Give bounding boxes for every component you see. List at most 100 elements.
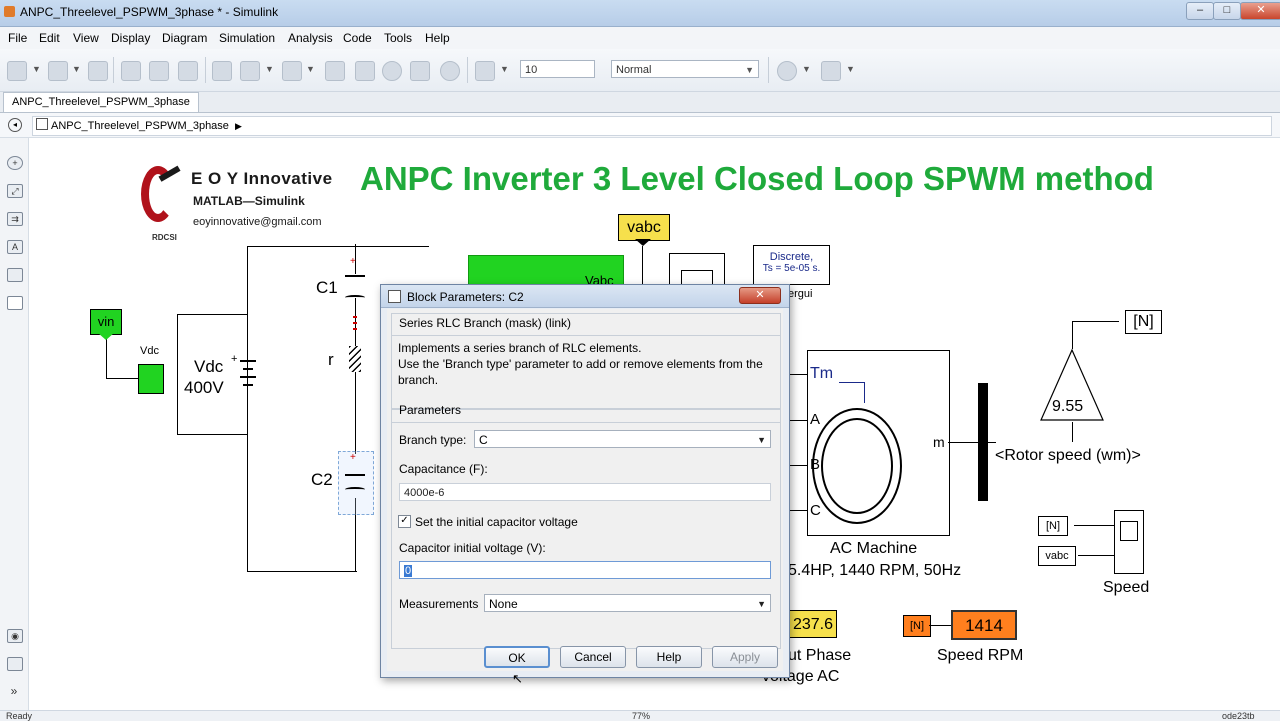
breadcrumb-bar: ◂ ANPC_Threelevel_PSPWM_3phase ▶ — [0, 113, 1280, 138]
speed-from-tag[interactable]: [N] — [903, 615, 931, 637]
breadcrumb-model[interactable]: ANPC_Threelevel_PSPWM_3phase — [51, 120, 229, 132]
hide-explorer-icon[interactable]: ◂ — [8, 118, 22, 132]
cancel-button[interactable]: Cancel — [560, 646, 626, 668]
menu-simulation[interactable]: Simulation — [219, 31, 275, 45]
measurements-select[interactable]: None ▼ — [484, 594, 771, 612]
plus-sign: + — [231, 353, 238, 365]
wire — [788, 465, 807, 466]
chevron-down-icon[interactable]: ▼ — [32, 64, 41, 74]
apply-button[interactable]: Apply — [712, 646, 778, 668]
toolbar-divider — [467, 57, 468, 83]
wire — [788, 374, 807, 375]
dialog-title-bar: Block Parameters: C2 ✕ — [381, 285, 789, 308]
breadcrumb-arrow-icon[interactable]: ▶ — [235, 121, 242, 131]
zoom-icon[interactable]: + — [7, 156, 23, 170]
speed-rpm-display[interactable]: 1414 — [951, 610, 1017, 640]
chevron-down-icon: ▼ — [757, 435, 766, 445]
battery-plate — [240, 360, 256, 362]
model-browser-icon[interactable] — [7, 657, 23, 671]
chevron-down-icon[interactable]: ▼ — [306, 64, 315, 74]
scope-input-vabc-tag[interactable]: vabc — [1038, 546, 1076, 566]
scope-input-n-tag[interactable]: [N] — [1038, 516, 1068, 536]
open-folder-icon[interactable] — [48, 61, 68, 81]
wire — [988, 442, 996, 443]
c1-polarity-marks — [353, 316, 357, 334]
stop-icon[interactable] — [440, 61, 460, 81]
vin-goto-tag[interactable]: vin — [90, 309, 122, 335]
annotation-icon[interactable]: A — [7, 240, 23, 254]
minimize-button[interactable]: – — [1186, 2, 1214, 20]
initial-voltage-checkbox[interactable]: ✓ — [398, 515, 411, 528]
camera-icon[interactable]: ◉ — [7, 629, 23, 643]
wire — [788, 510, 807, 511]
chevron-down-icon[interactable]: ▼ — [500, 64, 509, 74]
simulation-mode-select[interactable]: Normal ▼ — [611, 60, 759, 78]
branch-type-select[interactable]: C ▼ — [474, 430, 771, 448]
forward-arrow-icon[interactable] — [149, 61, 169, 81]
tag-pointer — [635, 239, 651, 246]
stop-time-input[interactable]: 10 — [520, 60, 595, 78]
voltage-measurement-block[interactable] — [138, 364, 164, 394]
wire — [355, 372, 356, 454]
up-arrow-icon[interactable] — [178, 61, 198, 81]
chevron-down-icon[interactable]: ▼ — [265, 64, 274, 74]
menu-code[interactable]: Code — [343, 31, 372, 45]
initial-voltage-value: 0 — [404, 565, 413, 577]
help-button[interactable]: Help — [636, 646, 702, 668]
n-goto-tag[interactable]: [N] — [1125, 310, 1162, 334]
menu-analysis[interactable]: Analysis — [288, 31, 333, 45]
capacitance-field[interactable]: 4000e-6 — [399, 483, 771, 501]
model-explorer-icon[interactable] — [282, 61, 302, 81]
chevron-down-icon[interactable]: ▼ — [846, 64, 855, 74]
machine-spec: 5.4HP, 1440 RPM, 50Hz — [788, 562, 962, 579]
speed-scope-block[interactable] — [1114, 510, 1144, 574]
menu-tools[interactable]: Tools — [384, 31, 412, 45]
powergui-name: ergui — [788, 288, 813, 300]
initial-voltage-field[interactable]: 0 — [399, 561, 771, 579]
save-icon[interactable] — [88, 61, 108, 81]
grid-icon[interactable] — [821, 61, 841, 81]
menu-view[interactable]: View — [73, 31, 99, 45]
step-forward-icon[interactable] — [410, 61, 430, 81]
new-model-icon[interactable] — [7, 61, 27, 81]
step-back-icon[interactable] — [325, 61, 345, 81]
c2-plate — [345, 474, 365, 476]
scope-icon[interactable] — [475, 61, 495, 81]
wire — [929, 625, 951, 626]
tab-model[interactable]: ANPC_Threelevel_PSPWM_3phase — [3, 92, 199, 112]
fit-to-view-icon[interactable]: ⤢ — [7, 184, 23, 198]
dialog-close-button[interactable]: ✕ — [739, 287, 781, 304]
chevron-down-icon[interactable]: ▼ — [72, 64, 81, 74]
menu-bar: File Edit View Display Diagram Simulatio… — [0, 27, 1280, 50]
menu-diagram[interactable]: Diagram — [162, 31, 207, 45]
library-browser-icon[interactable] — [212, 61, 232, 81]
arrow-icon[interactable]: ⇉ — [7, 212, 23, 226]
menu-file[interactable]: File — [8, 31, 27, 45]
check-icon[interactable] — [777, 61, 797, 81]
mouse-cursor-icon: ↖ — [512, 671, 523, 686]
menu-edit[interactable]: Edit — [39, 31, 60, 45]
expand-icon[interactable]: » — [7, 685, 21, 697]
gear-icon[interactable] — [240, 61, 260, 81]
ok-button[interactable]: OK — [484, 646, 550, 668]
initial-voltage-check-label: Set the initial capacitor voltage — [415, 515, 578, 529]
bus-selector-block[interactable] — [978, 383, 988, 501]
logo-email: eoyinnovative@gmail.com — [193, 216, 322, 228]
step-back-small-icon[interactable] — [355, 61, 375, 81]
resistor-symbol[interactable] — [349, 346, 361, 372]
c2-selection-box[interactable] — [338, 451, 374, 515]
run-icon[interactable] — [382, 61, 402, 81]
powergui-block[interactable]: Discrete, Ts = 5e-05 s. — [753, 245, 830, 285]
area-icon[interactable] — [7, 296, 23, 310]
back-arrow-icon[interactable] — [121, 61, 141, 81]
vabc-goto-tag[interactable]: vabc — [618, 214, 670, 241]
menu-help[interactable]: Help — [425, 31, 450, 45]
close-window-button[interactable]: ✕ — [1240, 2, 1280, 20]
parameters-title: Parameters — [399, 403, 462, 417]
voltage-display[interactable]: 237.6 — [787, 610, 837, 638]
image-icon[interactable] — [7, 268, 23, 282]
maximize-button[interactable]: □ — [1213, 2, 1241, 20]
menu-display[interactable]: Display — [111, 31, 150, 45]
chevron-down-icon[interactable]: ▼ — [802, 64, 811, 74]
c2-label: C2 — [311, 470, 333, 489]
